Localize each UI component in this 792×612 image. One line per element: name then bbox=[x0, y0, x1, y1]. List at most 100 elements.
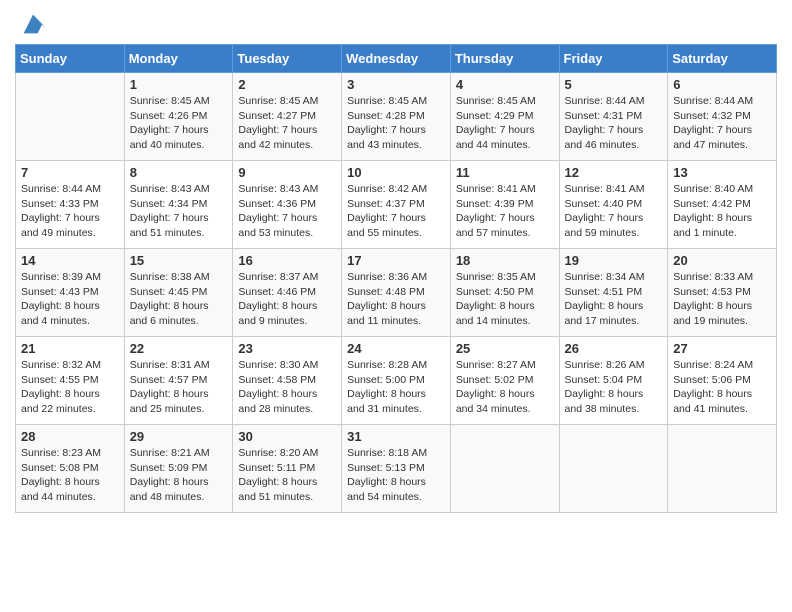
calendar-cell: 26 Sunrise: 8:26 AMSunset: 5:04 PMDayligh… bbox=[559, 337, 668, 425]
day-info: Sunrise: 8:45 AMSunset: 4:29 PMDaylight:… bbox=[456, 94, 554, 153]
day-info: Sunrise: 8:38 AMSunset: 4:45 PMDaylight:… bbox=[130, 270, 228, 329]
sunset-text: Sunset: 5:02 PM bbox=[456, 374, 534, 386]
calendar-cell: 8Sunrise: 8:43 AMSunset: 4:34 PMDaylight… bbox=[124, 161, 233, 249]
daylight-text: Daylight: 8 hours and 28 minutes. bbox=[238, 388, 317, 415]
sunrise-text: Sunrise: 8:44 AM bbox=[565, 95, 645, 107]
sunrise-text: Sunrise: 8:23 AM bbox=[21, 447, 101, 459]
day-info: Sunrise: 8:20 AMSunset: 5:11 PMDaylight:… bbox=[238, 446, 336, 505]
daylight-text: Daylight: 8 hours and 54 minutes. bbox=[347, 476, 426, 503]
sunset-text: Sunset: 4:50 PM bbox=[456, 286, 534, 298]
sunrise-text: Sunrise: 8:33 AM bbox=[673, 271, 753, 283]
sunset-text: Sunset: 4:43 PM bbox=[21, 286, 99, 298]
daylight-text: Daylight: 8 hours and 11 minutes. bbox=[347, 300, 426, 327]
day-number: 30 bbox=[238, 429, 336, 444]
sunset-text: Sunset: 4:42 PM bbox=[673, 198, 751, 210]
day-number: 20 bbox=[673, 253, 771, 268]
day-number: 31 bbox=[347, 429, 445, 444]
sunrise-text: Sunrise: 8:38 AM bbox=[130, 271, 210, 283]
sunrise-text: Sunrise: 8:26 AM bbox=[565, 359, 645, 371]
daylight-text: Daylight: 8 hours and 38 minutes. bbox=[565, 388, 644, 415]
day-number: 26 bbox=[565, 341, 663, 356]
sunset-text: Sunset: 4:29 PM bbox=[456, 110, 534, 122]
day-info: Sunrise: 8:26 AMSunset: 5:04 PMDaylight:… bbox=[565, 358, 663, 417]
calendar-body: 1Sunrise: 8:45 AMSunset: 4:26 PMDaylight… bbox=[16, 73, 777, 513]
header-tuesday: Tuesday bbox=[233, 45, 342, 73]
day-number: 1 bbox=[130, 77, 228, 92]
daylight-text: Daylight: 7 hours and 44 minutes. bbox=[456, 124, 535, 151]
calendar-cell: 16Sunrise: 8:37 AMSunset: 4:46 PMDayligh… bbox=[233, 249, 342, 337]
day-number: 16 bbox=[238, 253, 336, 268]
sunset-text: Sunset: 4:31 PM bbox=[565, 110, 643, 122]
day-info: Sunrise: 8:44 AMSunset: 4:33 PMDaylight:… bbox=[21, 182, 119, 241]
sunset-text: Sunset: 4:55 PM bbox=[21, 374, 99, 386]
calendar-cell: 11 Sunrise: 8:41 AMSunset: 4:39 PMDayligh… bbox=[450, 161, 559, 249]
day-info: Sunrise: 8:35 AMSunset: 4:50 PMDaylight:… bbox=[456, 270, 554, 329]
day-info: Sunrise: 8:44 AMSunset: 4:32 PMDaylight:… bbox=[673, 94, 771, 153]
calendar-cell: 12Sunrise: 8:41 AMSunset: 4:40 PMDayligh… bbox=[559, 161, 668, 249]
daylight-text: Daylight: 8 hours and 41 minutes. bbox=[673, 388, 752, 415]
sunset-text: Sunset: 4:46 PM bbox=[238, 286, 316, 298]
daylight-text: Daylight: 7 hours and 47 minutes. bbox=[673, 124, 752, 151]
daylight-text: Daylight: 8 hours and 51 minutes. bbox=[238, 476, 317, 503]
day-info: Sunrise: 8:32 AMSunset: 4:55 PMDaylight:… bbox=[21, 358, 119, 417]
calendar-cell: 23 Sunrise: 8:30 AMSunset: 4:58 PMDayligh… bbox=[233, 337, 342, 425]
day-info: Sunrise: 8:30 AMSunset: 4:58 PMDaylight:… bbox=[238, 358, 336, 417]
day-number: 29 bbox=[130, 429, 228, 444]
daylight-text: Daylight: 8 hours and 1 minute. bbox=[673, 212, 752, 239]
logo bbox=[15, 10, 47, 38]
sunrise-text: Sunrise: 8:36 AM bbox=[347, 271, 427, 283]
calendar-cell: 29Sunrise: 8:21 AMSunset: 5:09 PMDayligh… bbox=[124, 425, 233, 513]
week-row-0: 1Sunrise: 8:45 AMSunset: 4:26 PMDaylight… bbox=[16, 73, 777, 161]
day-number: 11 bbox=[456, 165, 554, 180]
calendar-cell bbox=[450, 425, 559, 513]
day-number: 10 bbox=[347, 165, 445, 180]
week-row-1: 7Sunrise: 8:44 AMSunset: 4:33 PMDaylight… bbox=[16, 161, 777, 249]
daylight-text: Daylight: 7 hours and 49 minutes. bbox=[21, 212, 100, 239]
calendar-cell: 5Sunrise: 8:44 AMSunset: 4:31 PMDaylight… bbox=[559, 73, 668, 161]
header-thursday: Thursday bbox=[450, 45, 559, 73]
day-info: Sunrise: 8:27 AMSunset: 5:02 PMDaylight:… bbox=[456, 358, 554, 417]
day-info: Sunrise: 8:18 AMSunset: 5:13 PMDaylight:… bbox=[347, 446, 445, 505]
calendar-cell: 1Sunrise: 8:45 AMSunset: 4:26 PMDaylight… bbox=[124, 73, 233, 161]
calendar-cell: 13Sunrise: 8:40 AMSunset: 4:42 PMDayligh… bbox=[668, 161, 777, 249]
sunrise-text: Sunrise: 8:34 AM bbox=[565, 271, 645, 283]
sunrise-text: Sunrise: 8:20 AM bbox=[238, 447, 318, 459]
calendar-cell: 28Sunrise: 8:23 AMSunset: 5:08 PMDayligh… bbox=[16, 425, 125, 513]
calendar-cell: 18Sunrise: 8:35 AMSunset: 4:50 PMDayligh… bbox=[450, 249, 559, 337]
calendar-cell: 20 Sunrise: 8:33 AM Sunset: 4:53 PM Dayligh… bbox=[668, 249, 777, 337]
day-info: Sunrise: 8:43 AMSunset: 4:36 PMDaylight:… bbox=[238, 182, 336, 241]
day-info: Sunrise: 8:28 AMSunset: 5:00 PMDaylight:… bbox=[347, 358, 445, 417]
sunset-text: Sunset: 4:27 PM bbox=[238, 110, 316, 122]
sunrise-text: Sunrise: 8:18 AM bbox=[347, 447, 427, 459]
week-row-4: 28Sunrise: 8:23 AMSunset: 5:08 PMDayligh… bbox=[16, 425, 777, 513]
daylight-text: Daylight: 7 hours and 40 minutes. bbox=[130, 124, 209, 151]
sunset-text: Sunset: 5:09 PM bbox=[130, 462, 208, 474]
sunset-text: Sunset: 4:53 PM bbox=[673, 286, 751, 298]
sunset-text: Sunset: 5:00 PM bbox=[347, 374, 425, 386]
calendar-cell: 25Sunrise: 8:27 AMSunset: 5:02 PMDayligh… bbox=[450, 337, 559, 425]
sunset-text: Sunset: 4:32 PM bbox=[673, 110, 751, 122]
sunset-text: Sunset: 4:57 PM bbox=[130, 374, 208, 386]
logo-icon bbox=[19, 10, 47, 38]
daylight-text: Daylight: 8 hours and 19 minutes. bbox=[673, 300, 752, 327]
day-number: 23 bbox=[238, 341, 336, 356]
calendar-cell: 19Sunrise: 8:34 AMSunset: 4:51 PMDayligh… bbox=[559, 249, 668, 337]
daylight-text: Daylight: 8 hours and 25 minutes. bbox=[130, 388, 209, 415]
day-info: Sunrise: 8:24 AMSunset: 5:06 PMDaylight:… bbox=[673, 358, 771, 417]
sunset-text: Sunset: 4:58 PM bbox=[238, 374, 316, 386]
header-monday: Monday bbox=[124, 45, 233, 73]
day-info: Sunrise: 8:34 AMSunset: 4:51 PMDaylight:… bbox=[565, 270, 663, 329]
day-number: 3 bbox=[347, 77, 445, 92]
daylight-text: Daylight: 8 hours and 31 minutes. bbox=[347, 388, 426, 415]
sunset-text: Sunset: 4:34 PM bbox=[130, 198, 208, 210]
daylight-text: Daylight: 8 hours and 6 minutes. bbox=[130, 300, 209, 327]
header-sunday: Sunday bbox=[16, 45, 125, 73]
calendar-cell: 2Sunrise: 8:45 AMSunset: 4:27 PMDaylight… bbox=[233, 73, 342, 161]
calendar-cell: 27Sunrise: 8:24 AMSunset: 5:06 PMDayligh… bbox=[668, 337, 777, 425]
daylight-text: Daylight: 7 hours and 43 minutes. bbox=[347, 124, 426, 151]
daylight-text: Daylight: 7 hours and 57 minutes. bbox=[456, 212, 535, 239]
day-info: Sunrise: 8:41 AMSunset: 4:39 PMDaylight:… bbox=[456, 182, 554, 241]
sunset-text: Sunset: 4:28 PM bbox=[347, 110, 425, 122]
calendar-cell bbox=[559, 425, 668, 513]
day-number: 17 bbox=[347, 253, 445, 268]
